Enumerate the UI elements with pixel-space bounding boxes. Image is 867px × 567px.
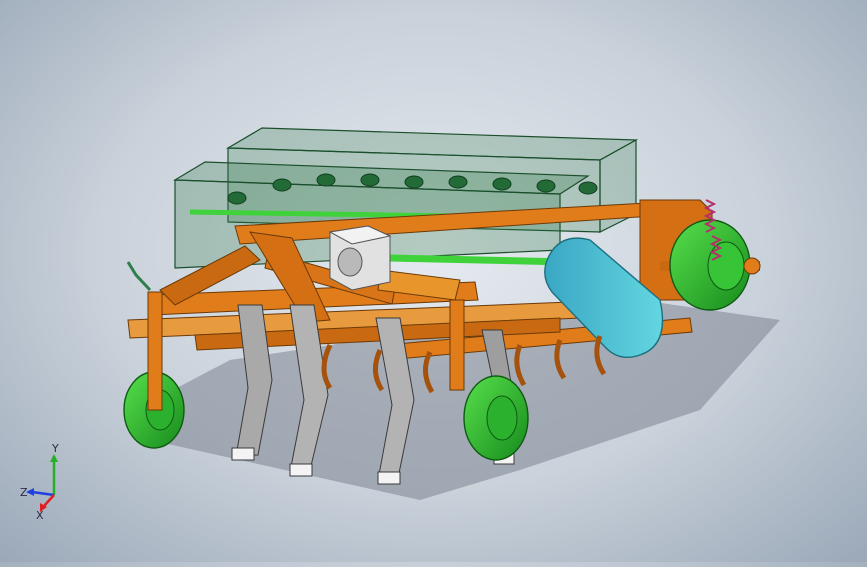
z-axis (31, 490, 55, 497)
planter-assembly-model[interactable] (0, 0, 867, 562)
gearbox (328, 225, 392, 291)
cad-viewport[interactable] (0, 0, 867, 562)
x-axis-label: X (36, 509, 44, 520)
y-axis-label: Y (51, 442, 59, 455)
crank-handle (126, 261, 152, 292)
pto-shaft (389, 254, 571, 266)
left-gauge-wheel (123, 291, 185, 449)
axis-triad: Y Z X (14, 440, 78, 522)
z-axis-label: Z (20, 486, 28, 499)
x-axis (43, 494, 55, 507)
rear-drive-drum (669, 219, 761, 311)
